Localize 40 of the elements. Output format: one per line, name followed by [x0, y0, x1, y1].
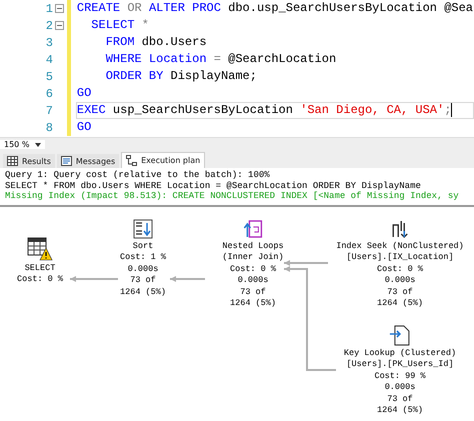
operator-label: Key Lookup (Clustered) [Users].[PK_Users_Id] Cost: 99 % 0.000s 73 of 1264 (5%) [344, 348, 456, 416]
operator-label: SELECT Cost: 0 % [17, 262, 63, 286]
code-line: SELECT * [90, 17, 150, 34]
code-line: GO [76, 85, 92, 102]
plan-icon [126, 155, 138, 166]
code-line: GO [76, 119, 92, 136]
code-line: FROM dbo.Users [104, 34, 208, 51]
results-tab[interactable]: Messages [56, 154, 120, 168]
query-text: Query 1: Query cost (relative to the batch): 100% [5, 170, 271, 180]
connector-arrow [170, 276, 205, 282]
code-line: WHERE Location = @SearchLocation [104, 51, 338, 68]
operator-label: Index Seek (NonClustered) [Users].[IX_Location] Cost: 0 % 0.000s 73 of 1264 (5%) [336, 240, 464, 310]
missing-index-hint[interactable]: Missing Index (Impact 98.513): CREATE NONCLUSTERED INDEX [<Name of Missing Index, sy [5, 191, 469, 202]
line-number: 6 [44, 86, 53, 100]
line-number: 2 [44, 18, 53, 32]
line-number: 8 [44, 120, 53, 134]
code-line: ORDER BY DisplayName; [104, 68, 258, 85]
loop-icon[interactable] [243, 218, 263, 238]
line-number: 7 [44, 104, 53, 118]
operator-label: Nested Loops (Inner Join) Cost: 0 % 0.000s 73 of 1264 (5%) [222, 240, 284, 310]
line-number: 1 [44, 2, 53, 16]
collapse-icon[interactable] [55, 21, 64, 30]
sort-icon[interactable] [133, 218, 153, 238]
query-text: SELECT * FROM dbo.Users WHERE Location = @SearchLocation ORDER BY DisplayName [5, 180, 422, 191]
results-tab[interactable]: Results [3, 154, 55, 168]
collapse-icon[interactable] [55, 4, 64, 13]
results-tab[interactable]: Execution plan [121, 152, 206, 168]
document-icon [60, 156, 72, 166]
table-icon[interactable] [27, 236, 53, 260]
zoom-dropdown[interactable]: 150 % [0, 140, 46, 149]
index-seek-icon[interactable] [390, 218, 410, 238]
code-line: CREATE OR ALTER PROC dbo.usp_SearchUsersByLocation @Sea [76, 0, 474, 17]
grid-icon [7, 156, 18, 166]
line-number: 3 [44, 36, 53, 50]
document-arrow-icon[interactable] [389, 324, 411, 346]
caret-icon [35, 142, 42, 146]
line-number: 4 [44, 52, 53, 66]
line-number: 5 [44, 70, 53, 84]
operator-label: Sort Cost: 1 % 0.000s 73 of 1264 (5%) [120, 240, 166, 298]
connector-arrow [70, 276, 118, 282]
